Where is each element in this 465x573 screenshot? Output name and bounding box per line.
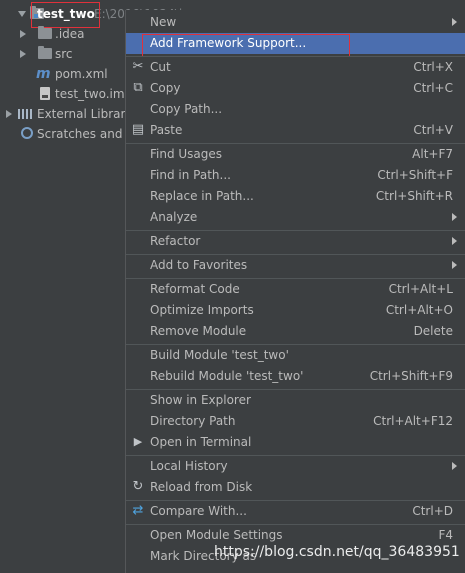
tree-item-external-libraries[interactable]: External Librari [0, 104, 140, 124]
collapse-arrow-icon[interactable] [20, 50, 26, 58]
menu-item-label: Local History [150, 459, 228, 473]
menu-item-shortcut: Ctrl+Alt+F12 [373, 414, 453, 428]
menu-item-rebuild-module[interactable]: Rebuild Module 'test_two' Ctrl+Shift+F9 [126, 366, 465, 387]
expand-arrow-icon[interactable] [18, 11, 26, 17]
menu-item-show-in-explorer[interactable]: Show in Explorer [126, 390, 465, 411]
collapse-arrow-icon[interactable] [20, 30, 26, 38]
menu-item-reformat-code[interactable]: Reformat Code Ctrl+Alt+L [126, 279, 465, 300]
submenu-arrow-icon [452, 462, 457, 470]
menu-item-copy-path[interactable]: Copy Path... [126, 99, 465, 120]
menu-item-label: Paste [150, 123, 183, 137]
menu-item-shortcut: Ctrl+Alt+O [385, 303, 453, 317]
menu-item-compare-with[interactable]: ⇄ Compare With... Ctrl+D [126, 501, 465, 522]
menu-item-copy[interactable]: ⧉ Copy Ctrl+C [126, 78, 465, 99]
context-menu: New Add Framework Support... ✂ Cut Ctrl+… [125, 10, 465, 573]
compare-icon: ⇄ [132, 503, 144, 518]
menu-item-directory-path[interactable]: Directory Path Ctrl+Alt+F12 [126, 411, 465, 432]
menu-item-label: Reload from Disk [150, 480, 253, 494]
tree-item-label: .idea [55, 27, 85, 41]
menu-item-label: Analyze [150, 210, 198, 224]
folder-icon [38, 46, 52, 59]
menu-item-shortcut: Ctrl+C [413, 81, 453, 95]
collapse-arrow-icon[interactable] [6, 110, 12, 118]
menu-item-label: Remove Module [150, 324, 247, 338]
terminal-icon: ▶ [133, 435, 143, 448]
menu-item-label: Find in Path... [150, 168, 231, 182]
menu-item-shortcut: Alt+F7 [412, 147, 453, 161]
project-tree: test_two E:\2019\1024\i .idea src m pom.… [0, 0, 182, 573]
menu-item-find-usages[interactable]: Find Usages Alt+F7 [126, 144, 465, 165]
submenu-arrow-icon [452, 237, 457, 245]
menu-item-shortcut: F4 [438, 528, 453, 542]
menu-item-shortcut: Ctrl+Shift+F [377, 168, 453, 182]
menu-item-label: Open Module Settings [150, 528, 283, 542]
menu-item-reload-from-disk[interactable]: ↻ Reload from Disk [126, 477, 465, 498]
menu-item-label: Open in Terminal [150, 435, 252, 449]
menu-item-shortcut: Ctrl+Alt+L [388, 282, 453, 296]
menu-item-label: Copy Path... [150, 102, 223, 116]
menu-item-refactor[interactable]: Refactor [126, 231, 465, 252]
watermark-text: https://blog.csdn.net/qq_36483951 [214, 544, 460, 560]
tree-item-pom[interactable]: m pom.xml [0, 64, 140, 84]
menu-item-remove-module[interactable]: Remove Module Delete [126, 321, 465, 342]
tree-item-label: test_two.iml [55, 87, 128, 101]
submenu-arrow-icon [452, 18, 457, 26]
menu-item-shortcut: Ctrl+X [413, 60, 453, 74]
menu-item-label: Add to Favorites [150, 258, 248, 272]
tree-item-label: Scratches and C [37, 127, 135, 141]
menu-item-label: Reformat Code [150, 282, 240, 296]
menu-item-replace-in-path[interactable]: Replace in Path... Ctrl+Shift+R [126, 186, 465, 207]
menu-item-add-to-favorites[interactable]: Add to Favorites [126, 255, 465, 276]
menu-item-paste[interactable]: ▤ Paste Ctrl+V [126, 120, 465, 141]
menu-item-open-in-terminal[interactable]: ▶ Open in Terminal [126, 432, 465, 453]
copy-icon: ⧉ [133, 80, 143, 95]
menu-item-label: Build Module 'test_two' [150, 348, 289, 362]
menu-item-shortcut: Ctrl+Shift+F9 [369, 369, 453, 383]
menu-item-label: Show in Explorer [150, 393, 251, 407]
tree-item-scratches[interactable]: Scratches and C [0, 124, 140, 144]
menu-item-optimize-imports[interactable]: Optimize Imports Ctrl+Alt+O [126, 300, 465, 321]
menu-item-label: Cut [150, 60, 171, 74]
file-icon [40, 87, 50, 100]
scissors-icon: ✂ [132, 59, 144, 74]
tree-item-src[interactable]: src [0, 44, 140, 64]
scratches-icon [21, 127, 33, 139]
menu-item-label: Refactor [150, 234, 201, 248]
reload-icon: ↻ [132, 479, 144, 494]
menu-item-build-module[interactable]: Build Module 'test_two' [126, 345, 465, 366]
submenu-arrow-icon [452, 261, 457, 269]
menu-item-analyze[interactable]: Analyze [126, 207, 465, 228]
library-icon [18, 109, 32, 119]
menu-item-local-history[interactable]: Local History [126, 456, 465, 477]
menu-highlight-box [142, 34, 350, 57]
menu-item-label: Directory Path [150, 414, 236, 428]
tree-item-label: External Librari [37, 107, 129, 121]
menu-item-cut[interactable]: ✂ Cut Ctrl+X [126, 57, 465, 78]
menu-item-open-module-settings[interactable]: Open Module Settings F4 [126, 525, 465, 546]
menu-item-shortcut: Ctrl+Shift+R [375, 189, 453, 203]
menu-item-shortcut: Delete [413, 324, 453, 338]
tree-item-label: pom.xml [55, 67, 108, 81]
tree-item-idea[interactable]: .idea [0, 24, 140, 44]
tree-item-label: src [55, 47, 73, 61]
tree-item-iml[interactable]: test_two.iml [0, 84, 140, 104]
paste-icon: ▤ [131, 122, 145, 137]
menu-item-shortcut: Ctrl+V [413, 123, 453, 137]
folder-icon [38, 26, 52, 39]
maven-icon: m [36, 66, 51, 82]
menu-item-label: Optimize Imports [150, 303, 254, 317]
menu-item-label: Find Usages [150, 147, 223, 161]
menu-item-new[interactable]: New [126, 12, 465, 33]
menu-item-find-in-path[interactable]: Find in Path... Ctrl+Shift+F [126, 165, 465, 186]
menu-item-shortcut: Ctrl+D [412, 504, 453, 518]
menu-item-label: Replace in Path... [150, 189, 254, 203]
menu-item-label: Copy [150, 81, 181, 95]
submenu-arrow-icon [452, 213, 457, 221]
menu-item-label: Compare With... [150, 504, 247, 518]
menu-item-label: New [150, 15, 177, 29]
menu-item-label: Rebuild Module 'test_two' [150, 369, 304, 383]
